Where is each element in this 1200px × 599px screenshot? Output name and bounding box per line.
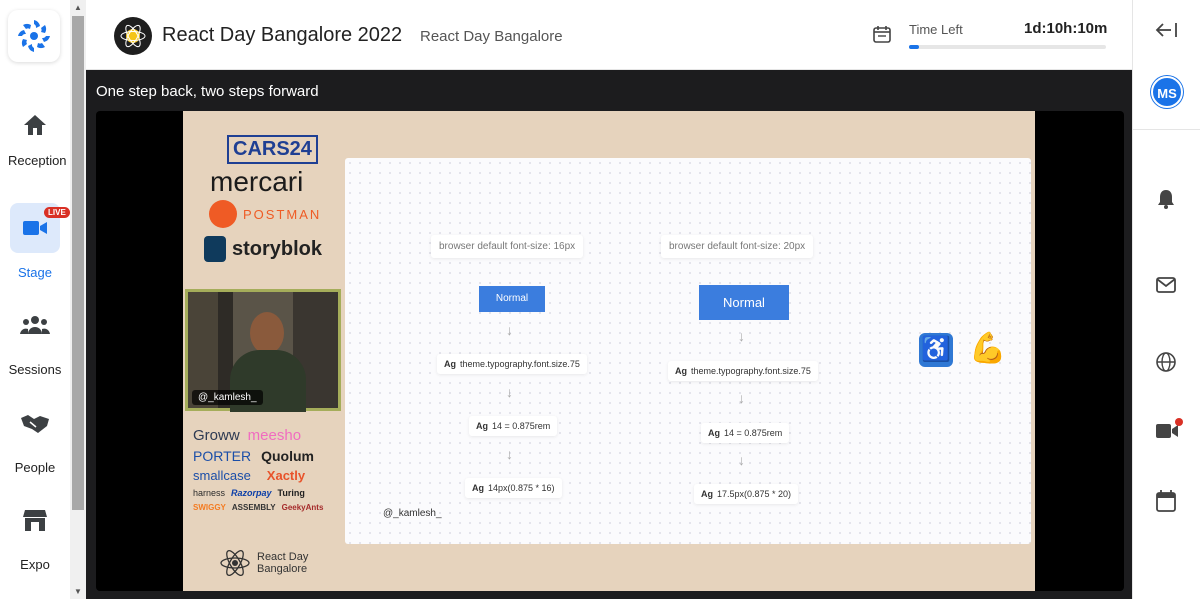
speaker-head [250, 312, 284, 354]
collapse-panel-icon[interactable] [1155, 20, 1179, 40]
event-subtitle: React Day Bangalore [420, 28, 563, 45]
scrollbar-thumb[interactable] [72, 16, 84, 510]
flow-step-left-3: Ag 14px(0.875 * 16) [465, 478, 562, 498]
react-atom-logo-icon [220, 549, 250, 577]
live-badge: LIVE [44, 207, 70, 218]
calendar-icon[interactable] [1155, 489, 1177, 513]
header: React Day Bangalore 2022 React Day Banga… [86, 0, 1132, 70]
flow-step-right-2: Ag 14 = 0.875rem [701, 423, 790, 443]
assembly-logo: ASSEMBLY [231, 503, 276, 512]
groww-logo: Groww [193, 427, 240, 444]
right-panel-top: MS [1133, 0, 1200, 130]
home-icon [24, 115, 46, 135]
swiggy-logo: SWIGGY [193, 503, 226, 512]
react-atom-logo-icon [120, 24, 146, 48]
video-player[interactable]: CARS24 mercari POSTMAN storyblok @_kamle… [96, 111, 1124, 591]
app-logo[interactable] [8, 10, 60, 62]
xactly-logo: Xactly [266, 468, 306, 483]
nav-label: Sessions [8, 362, 62, 377]
storyblok-logo: storyblok [232, 237, 323, 260]
quolum-logo: Quolum [261, 448, 314, 464]
flow-step-left-2: Ag 14 = 0.875rem [469, 416, 558, 436]
down-arrow-icon: ↓ [738, 328, 745, 344]
meesho-logo: meesho [247, 427, 302, 444]
smallcase-logo: smallcase [193, 468, 251, 483]
right-column-label: browser default font-size: 20px [661, 235, 814, 258]
down-arrow-icon: ↓ [506, 446, 513, 462]
people-group-icon [20, 316, 50, 334]
footer-line2: Bangalore [257, 563, 308, 575]
turing-logo: Turing [277, 488, 305, 498]
swirl-logo-icon [18, 20, 50, 52]
storyblok-logo-icon [204, 236, 226, 262]
session-title: One step back, two steps forward [96, 83, 319, 100]
down-arrow-icon: ↓ [738, 452, 745, 468]
notification-dot [1175, 418, 1183, 426]
down-arrow-icon: ↓ [506, 384, 513, 400]
speaker-webcam: @_kamlesh_ [185, 289, 341, 412]
porter-logo: PORTER [193, 448, 252, 464]
sponsor-logos-top: CARS24 mercari POSTMAN storyblok [193, 127, 343, 262]
scroll-up-arrow-icon[interactable]: ▲ [74, 3, 82, 12]
accessibility-icon: ♿ [919, 333, 953, 367]
time-left-progress-bar [909, 45, 1106, 49]
calendar-icon[interactable] [872, 24, 892, 44]
nav-item-people[interactable]: People [0, 398, 70, 475]
nav-item-stage[interactable]: LIVE Stage [0, 203, 70, 280]
time-left-value: 1d:10h:10m [1024, 20, 1108, 37]
mercari-logo: mercari [210, 166, 304, 197]
nav-item-sessions[interactable]: Sessions [0, 300, 70, 377]
time-left-label: Time Left [909, 22, 963, 37]
normal-sample-large: Normal [699, 285, 789, 320]
right-panel: MS [1132, 0, 1200, 599]
handshake-icon [21, 415, 49, 433]
nav-label: Reception [8, 153, 67, 168]
nav-label: People [14, 460, 56, 475]
flexed-biceps-icon: 💪 [969, 332, 1007, 365]
event-logo [114, 17, 152, 55]
event-title: React Day Bangalore 2022 [162, 24, 403, 46]
down-arrow-icon: ↓ [506, 322, 513, 338]
footer-line1: React Day [257, 551, 309, 563]
nav-label: Expo [20, 557, 50, 572]
mail-icon[interactable] [1155, 274, 1177, 296]
sidebar-scrollbar[interactable]: ▲ ▼ [70, 0, 86, 599]
scroll-down-arrow-icon[interactable]: ▼ [74, 587, 82, 596]
globe-icon[interactable] [1155, 351, 1177, 373]
flow-step-right-3: Ag 17.5px(0.875 * 20) [694, 484, 799, 504]
postman-logo-icon [209, 200, 237, 228]
postman-logo: POSTMAN [243, 206, 322, 222]
nav-item-expo[interactable]: Expo [0, 495, 70, 572]
stage-area: One step back, two steps forward CARS24 … [86, 70, 1132, 599]
slide-handle: @_kamlesh_ [383, 508, 442, 519]
left-column-label: browser default font-size: 16px [431, 235, 584, 258]
speaker-handle-tag: @_kamlesh_ [192, 390, 263, 405]
react-day-footer-logo: React Day Bangalore [219, 547, 308, 579]
geekyants-logo: GeekyAnts [281, 503, 324, 512]
flow-step-right-1: Ag theme.typography.font.size.75 [668, 361, 818, 381]
harness-logo: harness [193, 488, 226, 498]
bell-icon[interactable] [1155, 188, 1177, 210]
video-camera-icon [23, 221, 47, 235]
presentation-slide: CARS24 mercari POSTMAN storyblok @_kamle… [183, 111, 1035, 591]
nav-label: Stage [18, 265, 52, 280]
store-icon [23, 510, 47, 531]
flow-step-left-1: Ag theme.typography.font.size.75 [437, 354, 587, 374]
slide-card: browser default font-size: 16px browser … [345, 158, 1031, 544]
down-arrow-icon: ↓ [738, 390, 745, 406]
user-avatar[interactable]: MS [1151, 76, 1183, 108]
sponsor-logos-bottom: Groww meesho PORTER Quolum smallcase Xac… [193, 427, 343, 512]
left-nav: Reception LIVE Stage Sessions People Exp… [0, 0, 70, 599]
normal-sample-small: Normal [479, 286, 545, 312]
cars24-logo: CARS24 [227, 135, 318, 164]
time-left-progress-fill [909, 45, 919, 49]
nav-item-reception[interactable]: Reception [0, 100, 70, 168]
razorpay-logo: Razorpay [231, 488, 272, 498]
